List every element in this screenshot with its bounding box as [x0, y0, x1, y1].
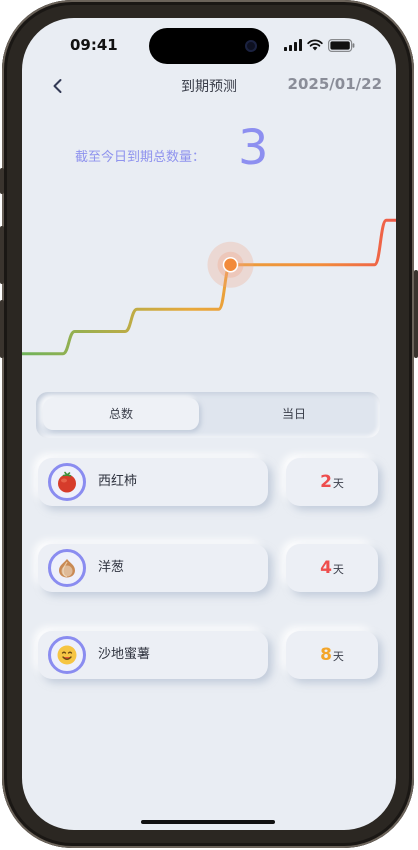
signal-icon [284, 39, 302, 51]
date-label[interactable]: 2025/01/22 [288, 75, 382, 93]
onion-icon [48, 549, 86, 587]
status-icons [284, 38, 355, 52]
action-button [0, 168, 4, 194]
days-value: 2 [320, 472, 332, 492]
series-line [22, 218, 396, 356]
home-indicator [141, 820, 275, 824]
days-badge: 2天 [286, 458, 378, 506]
days-value: 8 [320, 645, 332, 665]
list-item[interactable]: 沙地蜜薯 [38, 631, 268, 679]
camera-icon [245, 40, 257, 52]
list-item[interactable]: 西红柿 [38, 458, 268, 506]
list-item[interactable]: 洋葱 [38, 544, 268, 592]
expiry-chart [22, 218, 396, 356]
sweet-potato-icon [48, 636, 86, 674]
power-button [414, 270, 418, 358]
tab-total[interactable]: 总数 [43, 398, 199, 430]
battery-icon [328, 38, 355, 52]
days-unit: 天 [332, 477, 344, 490]
wifi-icon [307, 39, 323, 51]
volume-down-button [0, 300, 4, 358]
days-unit: 天 [332, 563, 344, 576]
days-unit: 天 [332, 650, 344, 663]
item-name: 沙地蜜薯 [98, 647, 151, 662]
days-badge: 4天 [286, 544, 378, 592]
volume-up-button [0, 226, 4, 284]
segmented-control: 总数 当日 [36, 392, 380, 438]
highlight-point[interactable] [222, 257, 239, 273]
status-time: 09:41 [70, 36, 118, 54]
days-value: 4 [320, 558, 332, 578]
days-badge: 8天 [286, 631, 378, 679]
expiry-count-label: 截至今日到期总数量： [75, 150, 206, 165]
tab-today[interactable]: 当日 [216, 398, 372, 430]
dynamic-island [149, 28, 269, 64]
expiry-count-value: 3 [238, 120, 269, 176]
item-name: 洋葱 [98, 560, 125, 575]
tomato-icon [48, 463, 86, 501]
phone: 09:41 到期预测 2025/01/22 截至今日到期总数量： 3 总数 当日… [0, 0, 418, 850]
screen: 09:41 到期预测 2025/01/22 截至今日到期总数量： 3 总数 当日… [22, 18, 396, 830]
item-name: 西红柿 [98, 474, 138, 489]
